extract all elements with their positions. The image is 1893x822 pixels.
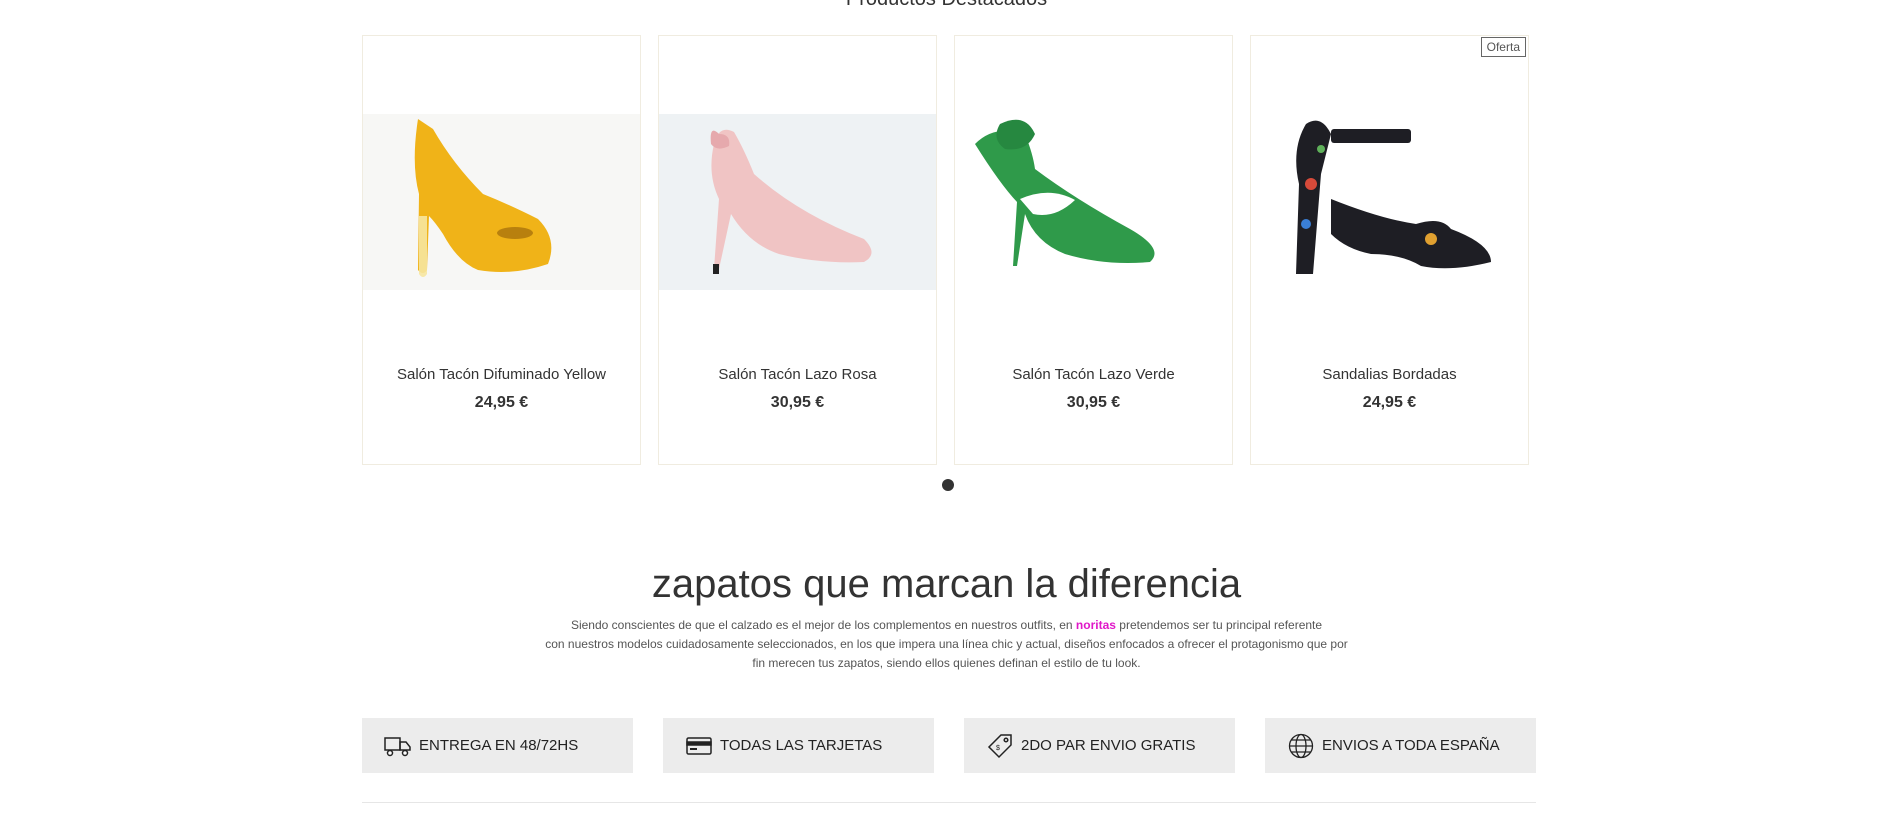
credit-card-icon [685,732,713,760]
product-price: 30,95 € [1066,394,1121,411]
truck-icon [384,732,412,760]
product-card[interactable]: Salón Tacón Lazo Rosa 30,95 € [658,35,937,465]
product-image[interactable] [659,104,936,290]
about-text: Siendo conscientes de que el calzado es … [570,618,1076,632]
features-bar: ENTREGA EN 48/72HS TODAS LAS TARJETAS $ … [362,718,1536,773]
product-name[interactable]: Salón Tacón Lazo Rosa [659,366,936,383]
tag-icon: $ [986,732,1014,760]
divider [362,802,1536,803]
feature-cards: TODAS LAS TARJETAS [663,718,934,773]
product-name[interactable]: Salón Tacón Difuminado Yellow [363,366,640,383]
feature-label: TODAS LAS TARJETAS [720,737,883,754]
offer-badge: Oferta [1480,37,1526,57]
svg-text:$: $ [996,745,1000,752]
feature-label: 2DO PAR ENVIO GRATIS [1021,737,1196,754]
featured-products-carousel: Salón Tacón Difuminado Yellow 24,95 € Sa… [362,35,1534,467]
product-price: 24,95 € [474,394,529,411]
about-text: con nuestros modelos cuidadosamente sele… [545,637,1348,651]
feature-shipping: $ 2DO PAR ENVIO GRATIS [964,718,1235,773]
brand-name: noritas [1075,618,1116,632]
carousel-dot[interactable] [942,479,954,491]
product-price: 24,95 € [1362,394,1417,411]
globe-icon [1287,732,1315,760]
about-text: pretendemos ser tu principal referente [1115,618,1323,632]
product-image[interactable] [1251,104,1528,290]
feature-label: ENTREGA EN 48/72HS [419,737,579,754]
feature-delivery: ENTREGA EN 48/72HS [362,718,633,773]
about-headline: zapatos que marcan la diferencia [651,562,1242,606]
product-name[interactable]: Sandalias Bordadas [1251,366,1528,383]
product-price: 30,95 € [770,394,825,411]
section-title: Productos Destacados [0,0,1893,11]
feature-spain: ENVIOS A TODA ESPAÑA [1265,718,1536,773]
product-card[interactable]: Salón Tacón Difuminado Yellow 24,95 € [362,35,641,465]
product-card[interactable]: Oferta Sandalias Bordadas 24,95 € [1250,35,1529,465]
feature-label: ENVIOS A TODA ESPAÑA [1322,737,1500,754]
product-card[interactable]: Salón Tacón Lazo Verde 30,95 € [954,35,1233,465]
about-text: fin merecen tus zapatos, siendo ellos qu… [752,656,1141,670]
product-image[interactable] [363,104,640,290]
product-name[interactable]: Salón Tacón Lazo Verde [955,366,1232,383]
product-image[interactable] [955,104,1232,290]
about-description: Siendo conscientes de que el calzado es … [0,616,1893,673]
